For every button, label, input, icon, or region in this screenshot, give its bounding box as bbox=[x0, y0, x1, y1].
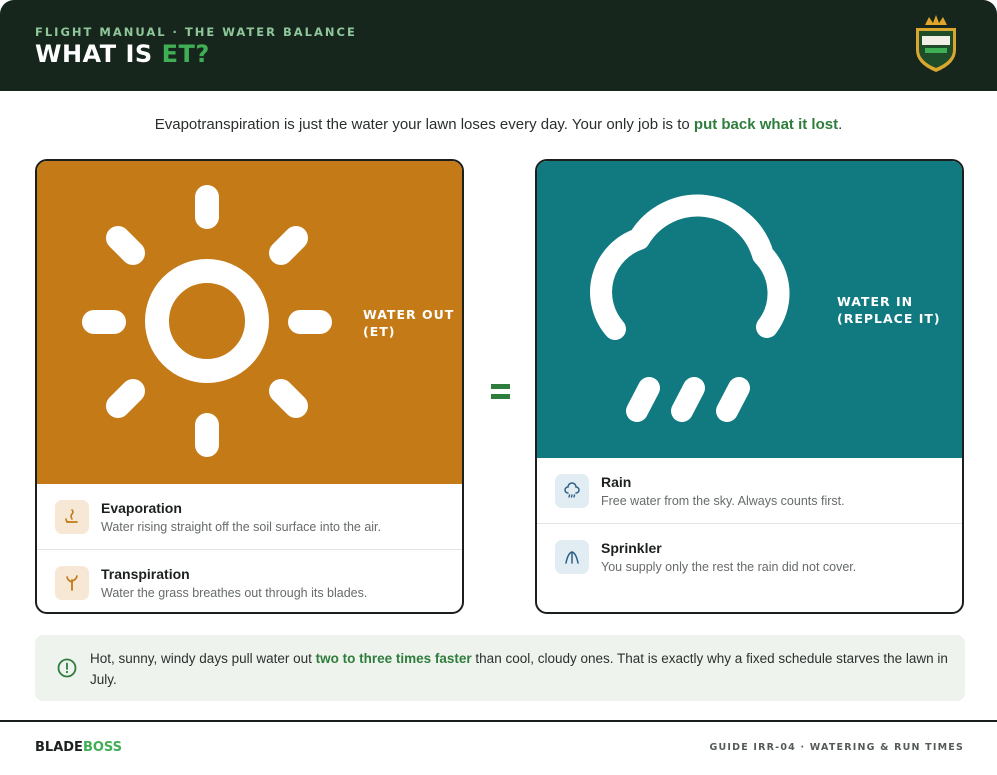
list-item-transpiration: Transpiration Water the grass breathes o… bbox=[37, 549, 462, 612]
brand-part1: BLADE bbox=[35, 740, 83, 755]
title-main: WHAT IS bbox=[35, 40, 162, 68]
water-out-card: WATER OUT (ET) Evaporation Water rising … bbox=[35, 159, 464, 614]
water-in-label-line1: WATER IN bbox=[837, 294, 914, 309]
alert-circle-icon bbox=[57, 658, 77, 678]
page-title: WHAT IS ET? bbox=[35, 40, 210, 68]
equals-sign bbox=[491, 384, 510, 400]
water-in-label: WATER IN (REPLACE IT) bbox=[837, 293, 941, 327]
header-eyebrow: FLIGHT MANUAL · THE WATER BALANCE bbox=[35, 25, 357, 39]
water-in-hero: WATER IN (REPLACE IT) bbox=[537, 161, 962, 458]
rain-title: Rain bbox=[601, 474, 632, 490]
evaporation-desc: Water rising straight off the soil surfa… bbox=[101, 520, 381, 534]
sprinkler-title: Sprinkler bbox=[601, 540, 662, 556]
water-in-label-line2: (REPLACE IT) bbox=[837, 311, 941, 326]
footer-divider bbox=[0, 720, 997, 722]
list-item-evaporation: Evaporation Water rising straight off th… bbox=[37, 484, 462, 549]
water-in-card: WATER IN (REPLACE IT) Rain Free water fr… bbox=[535, 159, 964, 614]
list-item-rain: Rain Free water from the sky. Always cou… bbox=[537, 458, 962, 523]
title-accent: ET? bbox=[161, 40, 210, 68]
intro-tail: . bbox=[838, 116, 843, 133]
intro-text: Evapotranspiration is just the water you… bbox=[0, 116, 997, 133]
evaporation-icon bbox=[55, 500, 89, 534]
brand-part2: BOSS bbox=[82, 740, 123, 755]
tip-emphasis: two to three times faster bbox=[315, 651, 472, 666]
grass-sprout-icon bbox=[55, 566, 89, 600]
tip-lead: Hot, sunny, windy days pull water out bbox=[90, 651, 316, 666]
blade-boss-logo-icon bbox=[916, 15, 956, 72]
list-item-sprinkler: Sprinkler You supply only the rest the r… bbox=[537, 523, 962, 588]
sun-icon bbox=[82, 185, 332, 457]
transpiration-title: Transpiration bbox=[101, 566, 190, 582]
sprinkler-icon bbox=[555, 540, 589, 574]
tip-text: Hot, sunny, windy days pull water out tw… bbox=[90, 648, 950, 690]
footer-guide: GUIDE IRR-04 · WATERING & RUN TIMES bbox=[709, 742, 964, 753]
intro-lead: Evapotranspiration is just the water you… bbox=[154, 116, 694, 133]
water-out-label-line2: (ET) bbox=[363, 324, 396, 339]
transpiration-desc: Water the grass breathes out through its… bbox=[101, 586, 368, 600]
rain-icon bbox=[555, 474, 589, 508]
intro-emphasis: put back what it lost bbox=[693, 116, 839, 133]
rain-desc: Free water from the sky. Always counts f… bbox=[601, 494, 845, 508]
rain-cloud-icon bbox=[590, 194, 790, 422]
water-out-label-line1: WATER OUT bbox=[363, 307, 455, 322]
page-header: FLIGHT MANUAL · THE WATER BALANCE WHAT I… bbox=[0, 0, 997, 91]
tip-callout: Hot, sunny, windy days pull water out tw… bbox=[35, 635, 965, 701]
water-out-label: WATER OUT (ET) bbox=[363, 306, 454, 340]
footer-brand: BLADEBOSS bbox=[35, 740, 122, 755]
evaporation-title: Evaporation bbox=[101, 500, 182, 516]
water-out-hero: WATER OUT (ET) bbox=[37, 161, 462, 484]
sprinkler-desc: You supply only the rest the rain did no… bbox=[601, 560, 857, 574]
